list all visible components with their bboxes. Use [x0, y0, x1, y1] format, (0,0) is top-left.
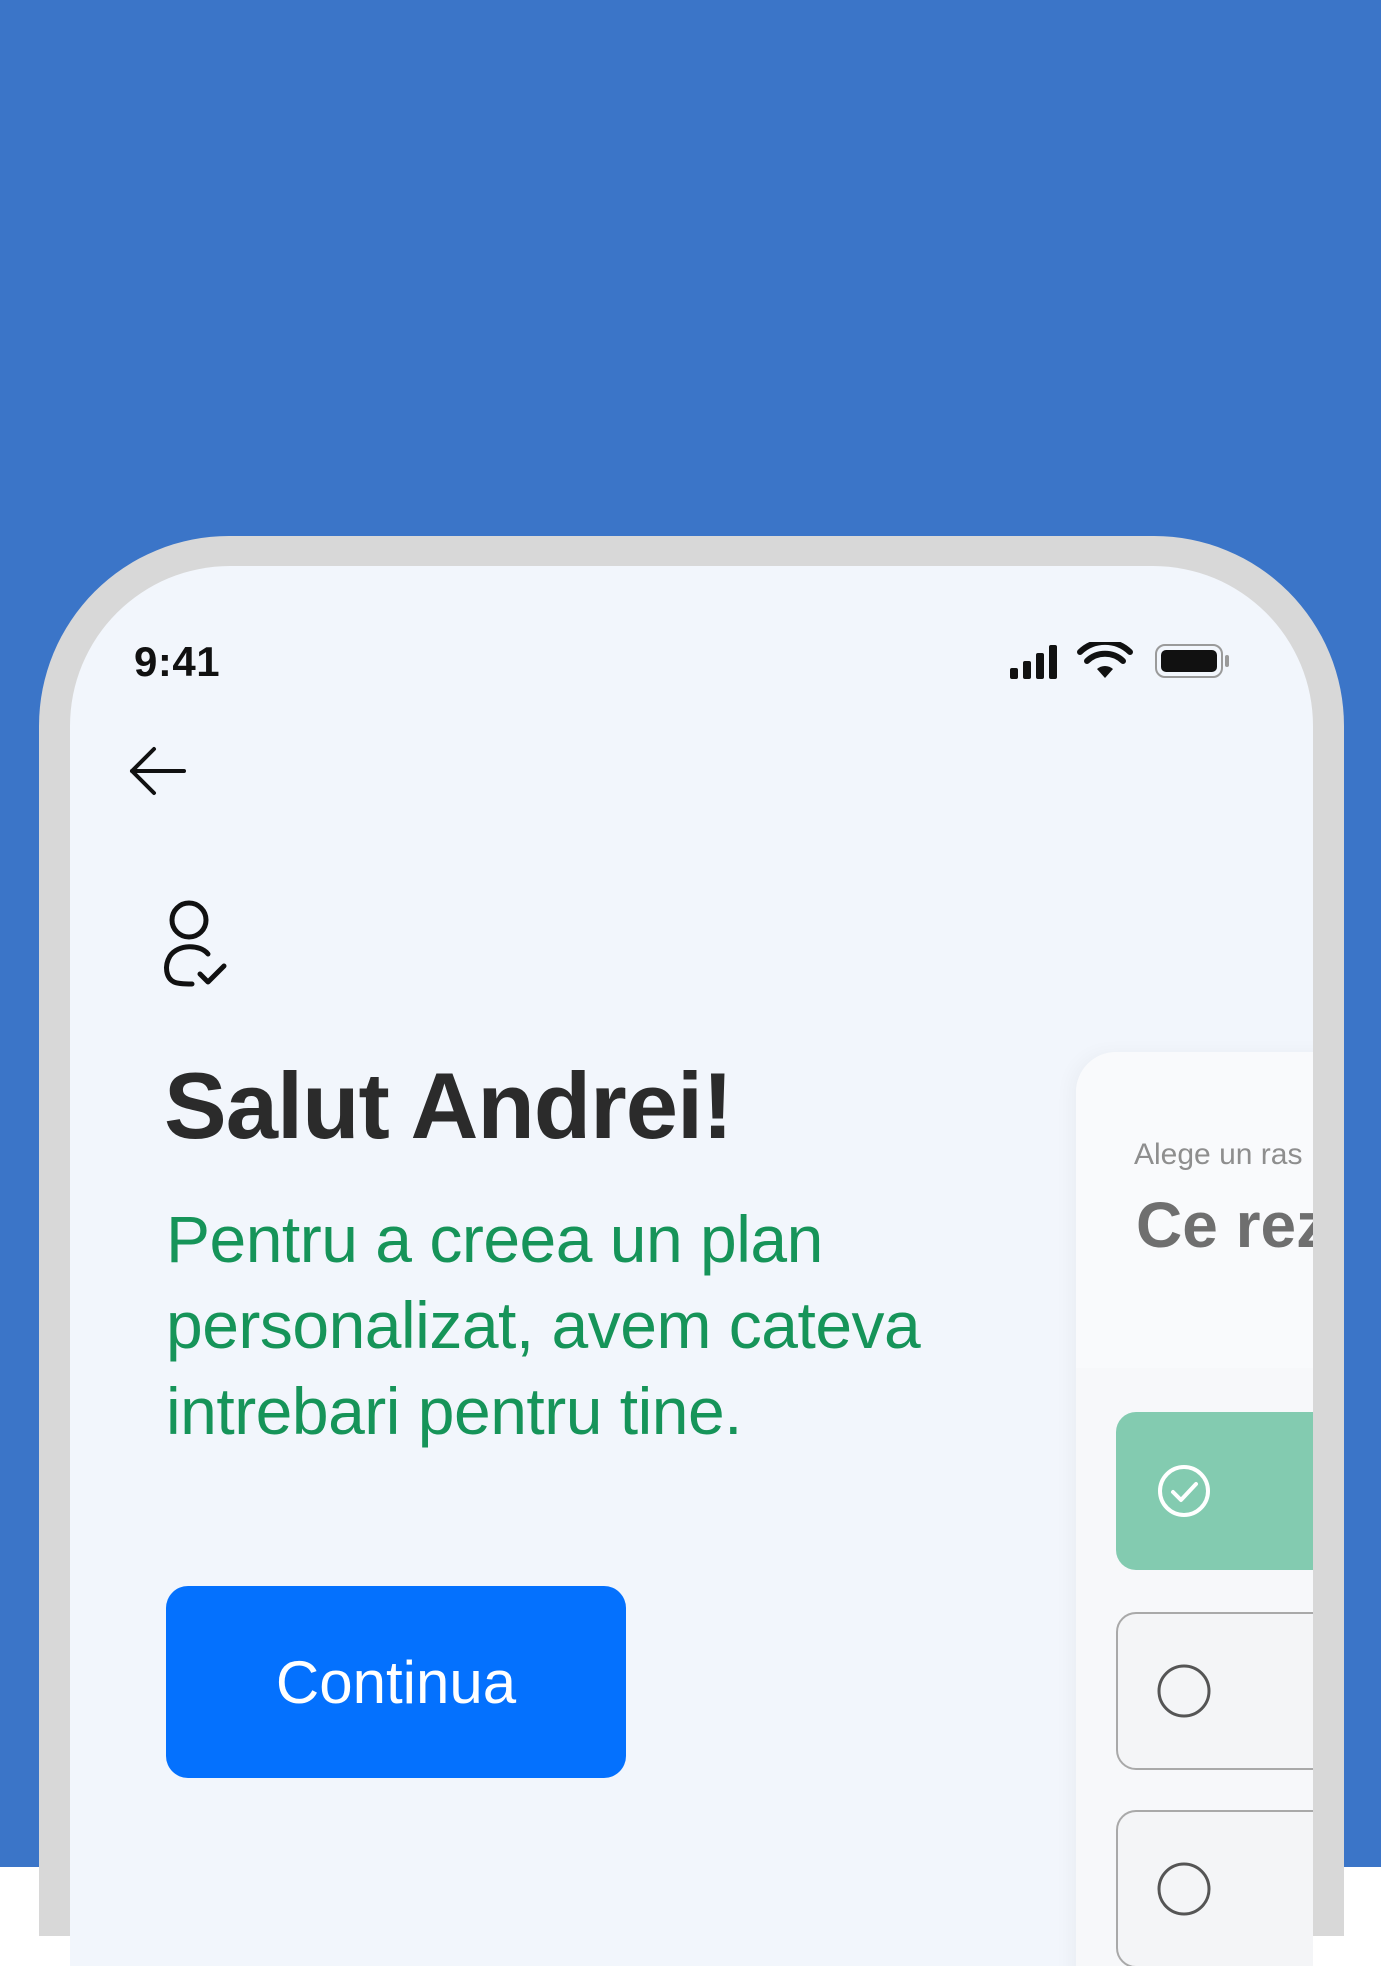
status-time: 9:41 [134, 638, 221, 685]
check-circle-icon [1158, 1465, 1210, 1517]
status-icons [1010, 642, 1229, 679]
user-check-icon [164, 900, 227, 987]
radio-empty-icon [1157, 1664, 1211, 1718]
arrow-left-icon [130, 747, 186, 795]
answer-option-selected[interactable] [1116, 1412, 1313, 1570]
card-question: Ce rez [1136, 1189, 1313, 1261]
page-subtitle: Pentru a creea un plan personalizat, ave… [166, 1202, 921, 1448]
page-title: Salut Andrei! [164, 1053, 733, 1158]
next-question-card[interactable]: Alege un ras Ce rez [1076, 1052, 1313, 1966]
phone-screen: 9:41 Salut Andrei! Pentru a creea un pla… [70, 566, 1313, 1966]
back-button[interactable] [122, 736, 192, 806]
answer-option[interactable] [1116, 1810, 1313, 1966]
card-label: Alege un ras [1134, 1138, 1303, 1171]
cellular-signal-icon [1010, 645, 1057, 679]
answer-option[interactable] [1116, 1612, 1313, 1770]
continue-button[interactable]: Continua [166, 1586, 626, 1778]
radio-empty-icon [1157, 1862, 1211, 1916]
battery-icon [1155, 644, 1229, 678]
wifi-icon [1077, 642, 1133, 678]
